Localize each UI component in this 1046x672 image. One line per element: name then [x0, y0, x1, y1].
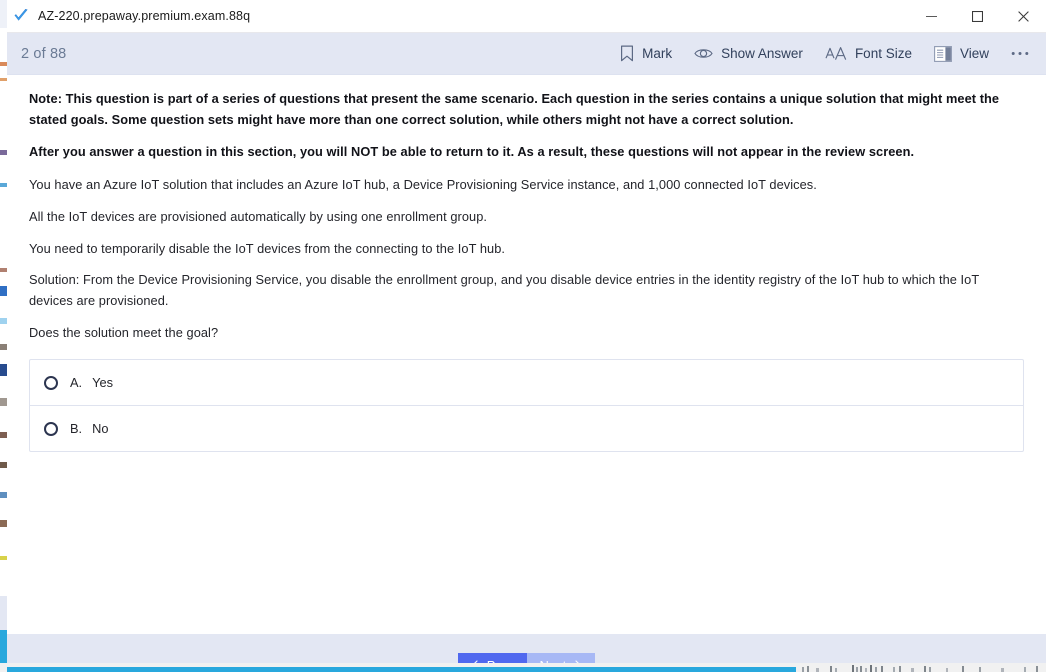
- answer-text-b: No: [92, 421, 109, 437]
- font-size-icon: [825, 46, 847, 60]
- question-paragraph-scenario-2: All the IoT devices are provisioned auto…: [29, 208, 488, 224]
- font-size-label: Font Size: [854, 46, 912, 61]
- minimize-icon: [925, 15, 937, 17]
- question-content-area: Note: This question is part of a series …: [7, 75, 1046, 634]
- ellipsis-icon: [1011, 52, 1029, 55]
- question-paragraph-scenario-1: You have an Azure IoT solution that incl…: [29, 177, 817, 193]
- answer-options-list: A. Yes B. No: [29, 359, 1024, 453]
- maximize-icon: [971, 10, 983, 22]
- background-window-sliver: [0, 0, 7, 672]
- mark-label: Mark: [642, 46, 673, 61]
- question-body: Note: This question is part of a series …: [7, 75, 1046, 343]
- close-button[interactable]: [1000, 0, 1046, 32]
- show-answer-label: Show Answer: [721, 46, 803, 61]
- question-prompt: Does the solution meet the goal?: [29, 324, 219, 340]
- view-layout-icon: [934, 45, 952, 62]
- window-controls: [908, 0, 1046, 32]
- answer-option-a[interactable]: A. Yes: [30, 360, 1023, 407]
- question-paragraph-requirement: You need to temporarily disable the IoT …: [29, 240, 506, 256]
- bookmark-icon: [621, 45, 634, 62]
- view-button[interactable]: View: [923, 33, 1000, 74]
- question-paragraph-warning: After you answer a question in this sect…: [29, 144, 915, 160]
- radio-button-b[interactable]: [44, 421, 58, 436]
- toolbar: 2 of 88 Mark Show Answer Font Size View: [7, 33, 1046, 75]
- answer-letter-a: A.: [70, 375, 83, 391]
- eye-icon: [694, 49, 713, 58]
- view-label: View: [959, 46, 989, 61]
- show-answer-button[interactable]: Show Answer: [683, 33, 814, 74]
- bottom-progress-bar: [7, 667, 796, 672]
- navigation-footer: Prev Next: [7, 634, 1046, 663]
- close-icon: [1017, 10, 1029, 22]
- answer-letter-b: B.: [70, 421, 83, 437]
- exam-app-window: AZ-220.prepaway.premium.exam.88q 2 of 88: [7, 0, 1046, 663]
- blue-checkmark-icon: [14, 9, 28, 21]
- minimize-button[interactable]: [908, 0, 954, 32]
- title-bar: AZ-220.prepaway.premium.exam.88q: [7, 0, 1046, 33]
- prev-button[interactable]: Prev: [457, 652, 527, 663]
- answer-option-b[interactable]: B. No: [30, 406, 1023, 451]
- maximize-button[interactable]: [954, 0, 1000, 32]
- mark-button[interactable]: Mark: [609, 33, 683, 74]
- answer-text-a: Yes: [92, 375, 113, 391]
- taskbar-glyphs-icon: [802, 665, 1038, 672]
- taskbar-icons-strip: [796, 663, 1046, 672]
- radio-button-a[interactable]: [44, 375, 58, 390]
- more-options-button[interactable]: [1000, 33, 1040, 74]
- question-paragraph-note: Note: This question is part of a series …: [29, 91, 1000, 127]
- window-title: AZ-220.prepaway.premium.exam.88q: [38, 9, 251, 23]
- font-size-button[interactable]: Font Size: [814, 33, 923, 74]
- toolbar-actions: Mark Show Answer Font Size View: [609, 33, 1040, 74]
- question-counter: 2 of 88: [21, 45, 67, 62]
- question-paragraph-solution: Solution: From the Device Provisioning S…: [29, 272, 980, 309]
- navigation-buttons: Prev Next: [457, 652, 596, 663]
- next-button[interactable]: Next: [526, 652, 596, 663]
